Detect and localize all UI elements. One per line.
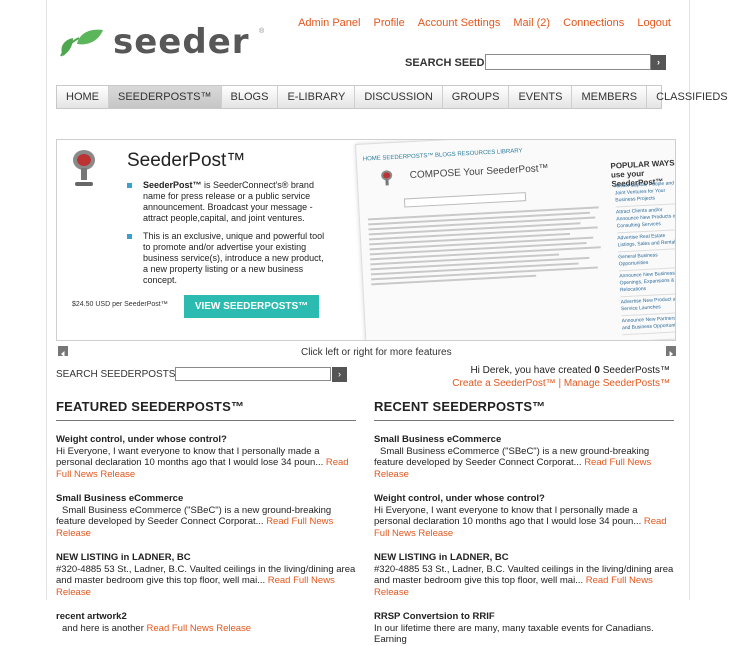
post-title[interactable]: NEW LISTING in LADNER, BC bbox=[374, 552, 674, 564]
logo-registered-mark: ® bbox=[259, 28, 265, 35]
post-title[interactable]: Weight control, under whose control? bbox=[374, 493, 674, 505]
nav-events[interactable]: EVENTS bbox=[509, 86, 573, 108]
banner-bullet: SeederPost™ is SeederConnect's® brand na… bbox=[127, 180, 327, 224]
nav-members[interactable]: MEMBERS bbox=[572, 86, 648, 108]
nav-home[interactable]: HOME bbox=[57, 86, 109, 108]
list-item: Weight control, under whose control? Hi … bbox=[56, 434, 356, 480]
seederposts-search-input[interactable] bbox=[175, 367, 331, 381]
created-suffix: SeederPosts™ bbox=[599, 365, 670, 376]
site-search: SEARCH SEEDER: › bbox=[405, 54, 666, 70]
created-links: Create a SeederPost™ | Manage SeederPost… bbox=[452, 377, 670, 390]
preview-popular-list: Attract Capital, People and Joint Ventur… bbox=[614, 180, 675, 337]
list-item: Weight control, under whose control? Hi … bbox=[374, 493, 674, 539]
bullet-text: This is an exclusive, unique and powerfu… bbox=[143, 231, 325, 285]
preview-list-item: Attract Clients and/or Announce New Prod… bbox=[615, 205, 675, 234]
created-count-line: Hi Derek, you have created 0 SeederPosts… bbox=[452, 364, 670, 377]
post-title[interactable]: Small Business eCommerce bbox=[374, 434, 674, 446]
carousel-next-button[interactable] bbox=[666, 346, 676, 357]
preview-list-item: Attract Capital, People and Joint Ventur… bbox=[614, 180, 675, 208]
profile-link[interactable]: Profile bbox=[374, 17, 405, 29]
list-item: Small Business eCommerce Small Business … bbox=[56, 493, 356, 539]
post-excerpt: Hi Everyone, I want everyone to know tha… bbox=[374, 504, 644, 528]
nav-discussion[interactable]: DISCUSSION bbox=[355, 86, 443, 108]
recent-heading: RECENT SEEDERPOSTS™ bbox=[374, 399, 674, 421]
list-item: recent artwork2 and here is another Read… bbox=[56, 611, 356, 634]
created-prefix: Hi Derek, you have created bbox=[470, 365, 595, 376]
preview-list-item: Advertise Real Estate Listings, Sales an… bbox=[617, 231, 675, 253]
account-settings-link[interactable]: Account Settings bbox=[418, 17, 501, 29]
leaf-icon bbox=[60, 29, 103, 57]
list-item: NEW LISTING in LADNER, BC #320-4885 53 S… bbox=[56, 552, 356, 598]
carousel-prev-button[interactable] bbox=[58, 346, 68, 357]
featured-seederposts: FEATURED SEEDERPOSTS™ Weight control, un… bbox=[56, 399, 356, 634]
main-nav: HOME SEEDERPOSTS™ BLOGS E-LIBRARY DISCUS… bbox=[56, 85, 728, 109]
seederposts-search-label: SEARCH SEEDERPOSTS: bbox=[56, 369, 179, 380]
page-frame: Admin Panel Profile Account Settings Mai… bbox=[46, 0, 728, 645]
preview-list-item: Announce New Partnerships and Business O… bbox=[621, 314, 675, 336]
mail-link[interactable]: Mail (2) bbox=[513, 17, 550, 29]
post-title[interactable]: Small Business eCommerce bbox=[56, 493, 356, 505]
microphone-icon bbox=[73, 150, 95, 186]
post-title[interactable]: Weight control, under whose control? bbox=[56, 434, 356, 446]
list-item: RRSP Convertsion to RRIF In our lifetime… bbox=[374, 611, 674, 646]
manage-seederposts-link[interactable]: Manage SeederPosts™ bbox=[564, 378, 670, 389]
seeder-logo[interactable]: seeder ® bbox=[57, 22, 277, 64]
price-label: $24.50 USD per SeederPost™ bbox=[72, 301, 168, 308]
seederpost-banner: SeederPost™ SeederPost™ is SeederConnect… bbox=[56, 139, 676, 341]
logout-link[interactable]: Logout bbox=[637, 17, 671, 29]
site-search-button[interactable]: › bbox=[651, 55, 666, 70]
connections-link[interactable]: Connections bbox=[563, 17, 624, 29]
nav-groups[interactable]: GROUPS bbox=[443, 86, 510, 108]
created-summary: Hi Derek, you have created 0 SeederPosts… bbox=[452, 364, 670, 390]
arrow-right-icon bbox=[669, 351, 673, 357]
admin-panel-link[interactable]: Admin Panel bbox=[298, 17, 360, 29]
nav-seederposts[interactable]: SEEDERPOSTS™ bbox=[109, 86, 222, 108]
preview-list-item: Advertise New Product and Service Launch… bbox=[620, 295, 675, 317]
post-excerpt: and here is another bbox=[62, 622, 147, 634]
carousel-hint: Click left or right for more features bbox=[301, 347, 452, 358]
banner-title: SeederPost™ bbox=[127, 150, 246, 171]
read-more-link[interactable]: Read Full News Release bbox=[147, 623, 252, 634]
seederposts-search-button[interactable]: › bbox=[332, 367, 347, 382]
post-excerpt: Hi Everyone, I want everyone to know tha… bbox=[56, 445, 326, 469]
post-excerpt: In our lifetime there are many, many tax… bbox=[374, 622, 654, 646]
preview-microphone-icon bbox=[381, 170, 393, 186]
logo-wordmark: seeder bbox=[113, 22, 250, 62]
post-title[interactable]: RRSP Convertsion to RRIF bbox=[374, 611, 674, 623]
site-search-input[interactable] bbox=[485, 54, 651, 70]
post-title[interactable]: NEW LISTING in LADNER, BC bbox=[56, 552, 356, 564]
nav-classifieds[interactable]: CLASSIFIEDS bbox=[647, 86, 732, 108]
nav-e-library[interactable]: E-LIBRARY bbox=[278, 86, 356, 108]
preview-title-field bbox=[403, 192, 527, 208]
preview-body-text bbox=[367, 206, 607, 288]
post-title[interactable]: recent artwork2 bbox=[56, 611, 356, 623]
featured-heading: FEATURED SEEDERPOSTS™ bbox=[56, 399, 356, 421]
arrow-left-icon bbox=[61, 351, 65, 357]
banner-bullet: This is an exclusive, unique and powerfu… bbox=[127, 231, 327, 286]
create-seederpost-link[interactable]: Create a SeederPost™ bbox=[452, 378, 555, 389]
seederposts-search: SEARCH SEEDERPOSTS: › bbox=[56, 367, 347, 382]
preview-nav: HOME SEEDERPOSTS™ BLOGS RESOURCES LIBRAR… bbox=[362, 148, 523, 163]
compose-preview-image: HOME SEEDERPOSTS™ BLOGS RESOURCES LIBRAR… bbox=[355, 140, 675, 340]
list-item: Small Business eCommerce Small Business … bbox=[374, 434, 674, 480]
bullet-bold: SeederPost™ bbox=[143, 180, 202, 190]
link-separator: | bbox=[555, 378, 564, 389]
top-links: Admin Panel Profile Account Settings Mai… bbox=[288, 17, 671, 29]
list-item: NEW LISTING in LADNER, BC #320-4885 53 S… bbox=[374, 552, 674, 598]
banner-bullets: SeederPost™ is SeederConnect's® brand na… bbox=[127, 180, 327, 293]
nav-blogs[interactable]: BLOGS bbox=[222, 86, 279, 108]
view-seederposts-button[interactable]: VIEW SEEDERPOSTS™ bbox=[184, 295, 319, 318]
preview-list-item: Announce New Business Openings, Expansio… bbox=[619, 269, 675, 298]
recent-seederposts: RECENT SEEDERPOSTS™ Small Business eComm… bbox=[374, 399, 674, 646]
preview-compose-title: COMPOSE Your SeederPost™ bbox=[409, 162, 549, 182]
preview-list-item: General Business Opportunities bbox=[618, 250, 675, 272]
